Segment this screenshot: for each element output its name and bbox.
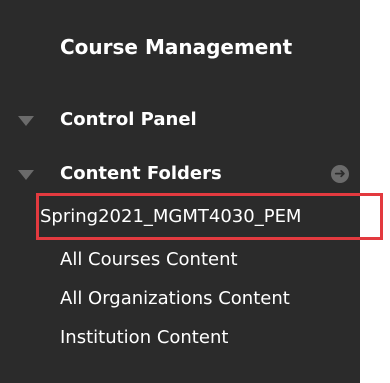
arrow-right-circle-icon[interactable]: ➜	[331, 165, 349, 183]
triangle-down-icon[interactable]	[18, 116, 34, 126]
course-management-title: Course Management	[60, 35, 293, 59]
triangle-down-icon[interactable]	[18, 170, 34, 180]
content-folder-item-all-organizations[interactable]: All Organizations Content	[60, 284, 290, 314]
content-folder-item-all-courses[interactable]: All Courses Content	[60, 245, 238, 275]
course-management-panel: Course Management Control Panel Content …	[0, 0, 360, 383]
selected-item-highlight-box	[36, 193, 383, 240]
content-folders-section[interactable]: Content Folders ➜	[0, 157, 360, 191]
control-panel-label[interactable]: Control Panel	[60, 103, 197, 137]
content-folder-item-institution[interactable]: Institution Content	[60, 323, 228, 353]
content-folders-label[interactable]: Content Folders	[60, 157, 222, 191]
control-panel-section[interactable]: Control Panel	[0, 103, 360, 137]
